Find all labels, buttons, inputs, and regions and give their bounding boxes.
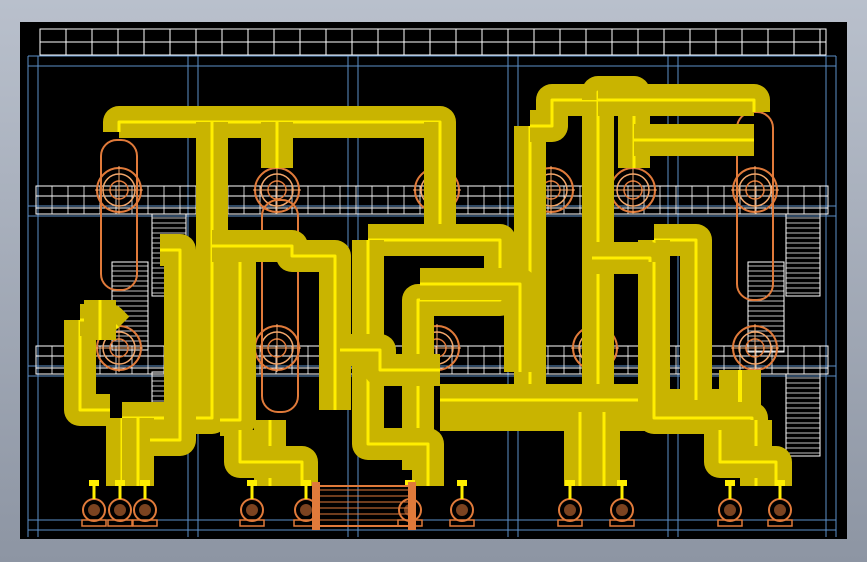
piping-drawing[interactable] [0,0,867,562]
pump-impeller [616,504,628,516]
pump-impeller [774,504,786,516]
pump-valve [565,480,575,486]
pump-valve [457,480,467,486]
cad-window [0,0,867,562]
pump-impeller [114,504,126,516]
pump-valve [140,480,150,486]
pump-valve [89,480,99,486]
hx-flange-right [408,482,416,530]
pump-impeller [456,504,468,516]
pump-impeller [246,504,258,516]
pump-impeller [724,504,736,516]
pump-impeller [300,504,312,516]
pump-valve [775,480,785,486]
pump-valve [725,480,735,486]
pump-impeller [564,504,576,516]
pump-impeller [88,504,100,516]
hx-flange-left [312,482,320,530]
line-f-outline [598,84,770,116]
pump-valve [301,480,311,486]
pump-valve [115,480,125,486]
pump-valve [617,480,627,486]
pump-impeller [139,504,151,516]
pump-valve [247,480,257,486]
